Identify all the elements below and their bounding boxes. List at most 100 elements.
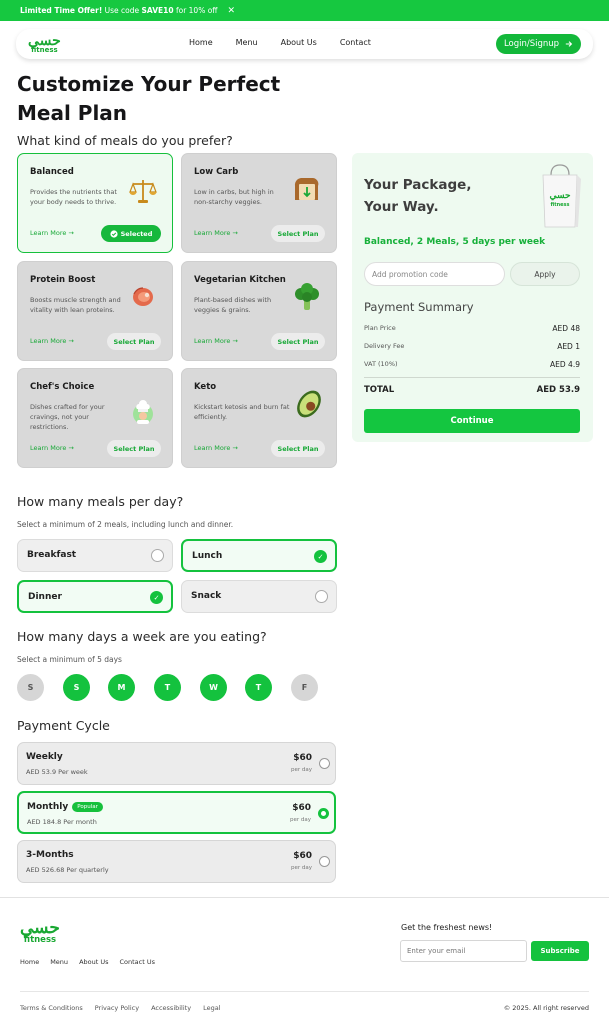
payment-option-monthly[interactable]: Monthly Popular AED 184.8 Per month $60 …	[17, 791, 336, 834]
nav-link-home[interactable]: Home	[189, 38, 213, 47]
day-tuesday[interactable]: T	[154, 674, 181, 701]
promo-banner: Limited Time Offer! Use code SAVE10 for …	[0, 0, 609, 21]
legal-link-legal[interactable]: Legal	[203, 1004, 220, 1012]
meal-card-keto[interactable]: Keto Kickstart ketosis and burn fat effi…	[181, 368, 337, 468]
meal-card-desc: Low in carbs, but high in non-starchy ve…	[194, 188, 274, 206]
close-icon[interactable]: ✕	[227, 6, 235, 16]
summary-divider	[364, 377, 580, 378]
meal-card-title: Low Carb	[194, 167, 239, 177]
learn-more-link[interactable]: Learn More →	[30, 229, 74, 237]
payment-option-3-months[interactable]: 3-Months AED 526.68 Per quarterly $60 pe…	[17, 840, 336, 883]
package-summary: Balanced, 2 Meals, 5 days per week	[364, 237, 546, 247]
select-plan-button[interactable]: Select Plan	[107, 440, 161, 457]
meal-card-desc: Dishes crafted for your cravings, not yo…	[30, 403, 105, 431]
chef-icon	[133, 400, 153, 424]
meal-card-low-carb[interactable]: Low Carb Low in carbs, but high in non-s…	[181, 153, 337, 253]
day-sunday[interactable]: S	[17, 674, 44, 701]
day-wednesday[interactable]: W	[200, 674, 227, 701]
summary-total: TOTAL AED 53.9	[364, 385, 580, 395]
learn-more-link[interactable]: Learn More →	[194, 337, 238, 345]
payment-option-price: $60	[293, 851, 312, 861]
meals-per-day-question: How many meals per day?	[17, 494, 184, 509]
arrow-right-icon	[565, 41, 573, 47]
payment-option-name: Monthly	[27, 802, 69, 812]
row-value: AED 48	[552, 324, 580, 333]
meal-card-desc: Kickstart ketosis and burn fat efficient…	[194, 403, 290, 421]
payment-option-per: per day	[290, 767, 312, 773]
payment-option-sub: AED 184.8 Per month	[27, 818, 97, 826]
learn-more-link[interactable]: Learn More →	[30, 337, 74, 345]
select-plan-button[interactable]: Select Plan	[271, 440, 325, 457]
meal-option-label: Breakfast	[27, 550, 77, 560]
nav-link-about[interactable]: About Us	[281, 38, 317, 47]
legal-link-accessibility[interactable]: Accessibility	[151, 1004, 191, 1012]
svg-text:حسي: حسي	[549, 191, 571, 201]
footer-links: Home Menu About Us Contact Us	[20, 958, 155, 966]
meal-card-chefs-choice[interactable]: Chef's Choice Dishes crafted for your cr…	[17, 368, 173, 468]
select-plan-button[interactable]: Select Plan	[107, 333, 161, 350]
footer-logo[interactable]: حسي fitness	[20, 920, 60, 945]
day-friday[interactable]: F	[291, 674, 318, 701]
payment-option-per: per day	[290, 865, 312, 871]
payment-option-sub: AED 526.68 Per quarterly	[26, 866, 109, 874]
payment-option-name: 3-Months	[26, 850, 74, 860]
package-title: Your Package, Your Way.	[364, 177, 472, 215]
nav-link-menu[interactable]: Menu	[236, 38, 258, 47]
legal-link-privacy[interactable]: Privacy Policy	[95, 1004, 139, 1012]
meal-option-dinner[interactable]: Dinner ✓	[17, 580, 173, 613]
subscribe-button[interactable]: Subscribe	[531, 941, 589, 961]
total-value: AED 53.9	[536, 385, 580, 395]
selected-label: Selected	[120, 229, 153, 238]
scale-icon	[129, 180, 157, 203]
nav-links: Home Menu About Us Contact	[189, 38, 371, 47]
meal-option-snack[interactable]: Snack	[181, 580, 337, 613]
payment-option-per: per day	[289, 817, 311, 823]
footer-link-contact[interactable]: Contact Us	[120, 958, 156, 966]
meal-option-lunch[interactable]: Lunch ✓	[181, 539, 337, 572]
check-circle-icon	[110, 229, 118, 238]
summary-row-delivery-fee: Delivery Fee AED 1	[364, 342, 580, 351]
row-label: Delivery Fee	[364, 342, 405, 350]
payment-option-weekly[interactable]: Weekly AED 53.9 Per week $60 per day	[17, 742, 336, 785]
learn-more-link[interactable]: Learn More →	[30, 444, 74, 452]
meal-option-label: Lunch	[192, 551, 223, 561]
learn-more-link[interactable]: Learn More →	[194, 444, 238, 452]
legal-link-terms[interactable]: Terms & Conditions	[20, 1004, 83, 1012]
footer-bottom-divider	[20, 991, 589, 992]
steak-icon	[133, 287, 153, 306]
promotion-code-input[interactable]	[364, 262, 505, 286]
learn-more-link[interactable]: Learn More →	[194, 229, 238, 237]
footer-link-about[interactable]: About Us	[79, 958, 108, 966]
meal-card-balanced[interactable]: Balanced Provides the nutrients that you…	[17, 153, 173, 253]
summary-row-vat: VAT (10%) AED 4.9	[364, 360, 580, 369]
meal-card-protein-boost[interactable]: Protein Boost Boosts muscle strength and…	[17, 261, 173, 361]
meal-card-vegetarian-kitchen[interactable]: Vegetarian Kitchen Plant-based dishes wi…	[181, 261, 337, 361]
nav-link-contact[interactable]: Contact	[340, 38, 371, 47]
newsletter-email-input[interactable]	[400, 940, 527, 962]
select-plan-button[interactable]: Select Plan	[271, 225, 325, 242]
select-plan-button[interactable]: Select Plan	[271, 333, 325, 350]
apply-button[interactable]: Apply	[510, 262, 580, 286]
payment-option-price: $60	[292, 803, 311, 813]
brand-logo[interactable]: حسي fitness	[28, 34, 61, 54]
package-panel: Your Package, Your Way. حسي fitness Bala…	[352, 153, 593, 442]
continue-button[interactable]: Continue	[364, 409, 580, 433]
meal-option-label: Dinner	[28, 592, 62, 602]
days-hint: Select a minimum of 5 days	[17, 655, 122, 664]
row-value: AED 1	[557, 342, 580, 351]
meal-card-title: Protein Boost	[30, 275, 96, 285]
day-monday[interactable]: M	[108, 674, 135, 701]
footer-link-home[interactable]: Home	[20, 958, 39, 966]
check-circle-icon: ✓	[150, 591, 163, 604]
meal-option-breakfast[interactable]: Breakfast	[17, 539, 173, 572]
meal-card-desc: Provides the nutrients that your body ne…	[30, 188, 117, 206]
day-saturday[interactable]: S	[63, 674, 90, 701]
avocado-icon	[297, 390, 321, 418]
top-navbar: حسي fitness Home Menu About Us Contact L…	[16, 29, 593, 59]
footer-link-menu[interactable]: Menu	[50, 958, 68, 966]
selected-button[interactable]: Selected	[101, 225, 161, 242]
payment-option-price: $60	[293, 753, 312, 763]
login-signup-button[interactable]: Login/Signup	[496, 34, 581, 54]
legal-links: Terms & Conditions Privacy Policy Access…	[20, 1004, 220, 1012]
day-thursday[interactable]: T	[245, 674, 272, 701]
